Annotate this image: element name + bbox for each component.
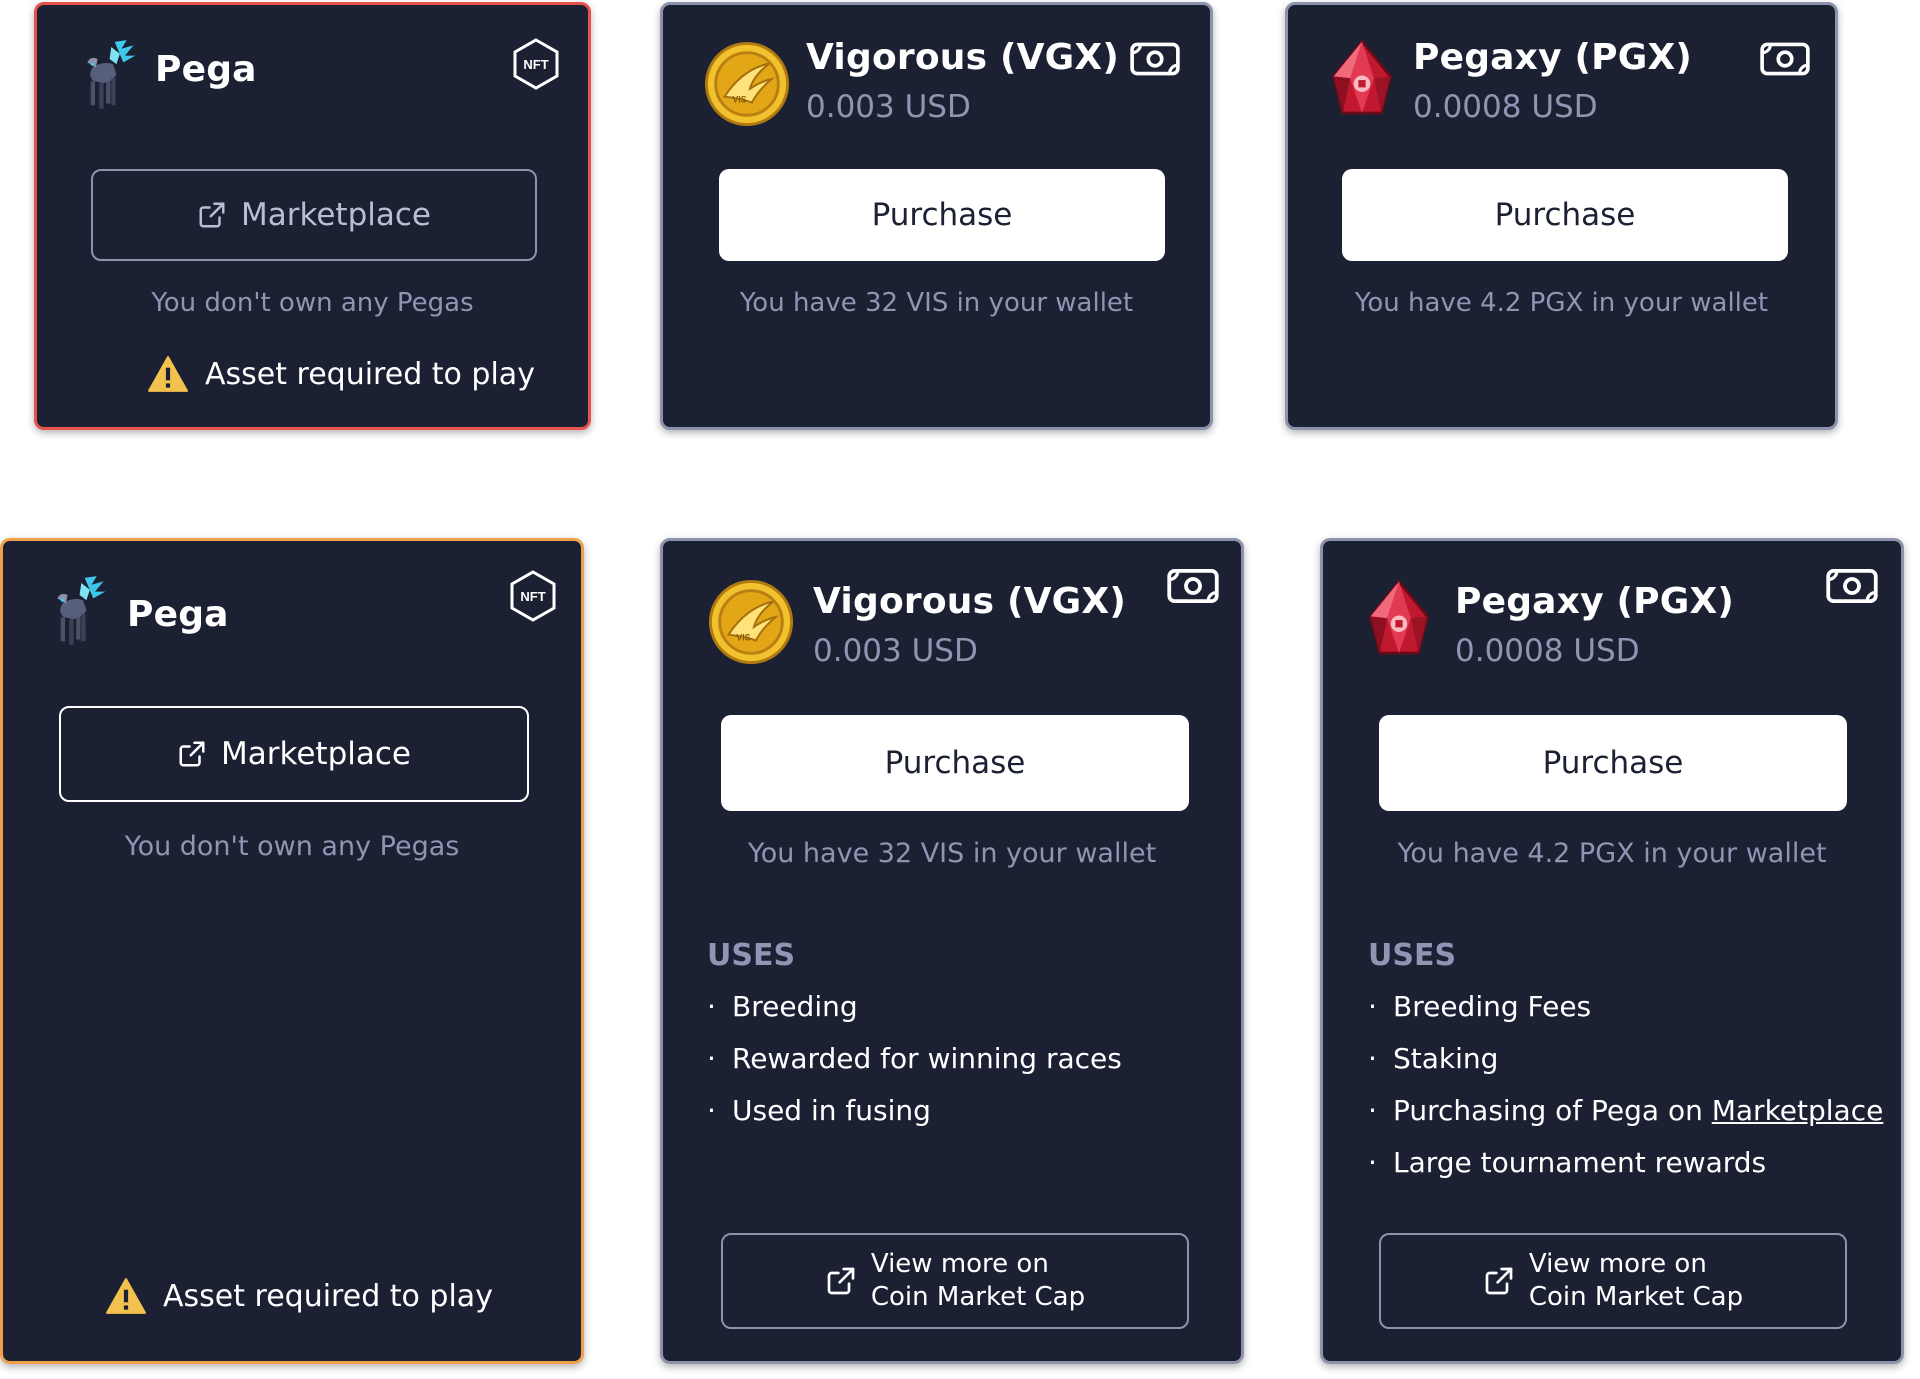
- uses-list: Breeding Fees Staking Purchasing of Pega…: [1368, 981, 1883, 1189]
- cmc-line-2: Coin Market Cap: [1528, 1282, 1744, 1312]
- list-item: Rewarded for winning races: [707, 1033, 1122, 1085]
- cash-icon[interactable]: [1825, 567, 1879, 605]
- token-title: Pegaxy (PGX): [1413, 37, 1693, 78]
- nft-hexagon-icon: [508, 569, 558, 623]
- list-item: Large tournament rewards: [1368, 1137, 1883, 1189]
- warning-triangle-icon: [105, 1277, 147, 1315]
- list-item: Used in fusing: [707, 1085, 1122, 1137]
- wallet-balance: You have 32 VIS in your wallet: [747, 838, 1157, 869]
- ownership-status: You don't own any Pegas: [124, 831, 460, 862]
- list-item-text: Purchasing of Pega on: [1393, 1094, 1712, 1127]
- pgx-card-top: Pegaxy (PGX) 0.0008 USD Purchase You hav…: [1285, 2, 1838, 430]
- cash-icon[interactable]: [1759, 41, 1811, 77]
- pgx-red-gem-icon: [1330, 39, 1394, 123]
- cash-icon[interactable]: [1166, 567, 1220, 605]
- warning-triangle-icon: [147, 355, 189, 393]
- token-price: 0.003 USD: [813, 633, 978, 669]
- marketplace-label: Marketplace: [221, 736, 411, 772]
- purchase-button[interactable]: Purchase: [1342, 169, 1788, 261]
- view-on-coinmarketcap-button[interactable]: View more on Coin Market Cap: [1379, 1233, 1847, 1329]
- external-link-icon: [825, 1265, 857, 1297]
- list-item: Breeding Fees: [1368, 981, 1883, 1033]
- wallet-balance: You have 4.2 PGX in your wallet: [1397, 838, 1827, 869]
- pgx-card-bottom: Pegaxy (PGX) 0.0008 USD Purchase You hav…: [1320, 538, 1904, 1364]
- card-title: Pega: [127, 594, 229, 635]
- wallet-balance: You have 32 VIS in your wallet: [739, 288, 1134, 318]
- purchase-button[interactable]: Purchase: [719, 169, 1165, 261]
- card-title: Pega: [155, 49, 257, 90]
- wallet-balance: You have 4.2 PGX in your wallet: [1354, 288, 1769, 318]
- external-link-icon: [177, 739, 207, 769]
- cmc-line-1: View more on: [1528, 1249, 1707, 1279]
- external-link-icon: [197, 200, 227, 230]
- vgx-card-top: Vigorous (VGX) 0.003 USD Purchase You ha…: [660, 2, 1213, 430]
- asset-required-warning: Asset required to play: [105, 1277, 493, 1315]
- view-on-coinmarketcap-button[interactable]: View more on Coin Market Cap: [721, 1233, 1189, 1329]
- cmc-line-2: Coin Market Cap: [870, 1282, 1086, 1312]
- external-link-icon: [1483, 1265, 1515, 1297]
- pega-horse-icon: [77, 35, 137, 119]
- purchase-button[interactable]: Purchase: [1379, 715, 1847, 811]
- pega-card-top: Pega Marketplace You don't own any Pegas…: [34, 2, 591, 430]
- warning-text: Asset required to play: [163, 1278, 493, 1314]
- marketplace-button[interactable]: Marketplace: [59, 706, 529, 802]
- vgx-gold-coin-icon: [707, 578, 795, 666]
- uses-heading: USES: [1368, 938, 1457, 973]
- token-title: Vigorous (VGX): [806, 37, 1120, 78]
- nft-hexagon-icon: [511, 37, 561, 91]
- uses-heading: USES: [707, 938, 796, 973]
- list-item: Purchasing of Pega on Marketplace: [1368, 1085, 1883, 1137]
- asset-required-warning: Asset required to play: [147, 355, 535, 393]
- warning-text: Asset required to play: [205, 356, 535, 392]
- uses-list: Breeding Rewarded for winning races Used…: [707, 981, 1122, 1137]
- marketplace-button[interactable]: Marketplace: [91, 169, 537, 261]
- pega-card-bottom: Pega Marketplace You don't own any Pegas…: [0, 538, 584, 1364]
- token-title: Pegaxy (PGX): [1455, 581, 1735, 622]
- vgx-gold-coin-icon: [703, 40, 791, 128]
- token-title: Vigorous (VGX): [813, 581, 1127, 622]
- marketplace-label: Marketplace: [241, 197, 431, 233]
- cmc-line-1: View more on: [870, 1249, 1049, 1279]
- marketplace-link[interactable]: Marketplace: [1712, 1094, 1884, 1127]
- pega-horse-icon: [47, 571, 107, 655]
- token-price: 0.0008 USD: [1413, 89, 1598, 125]
- list-item: Breeding: [707, 981, 1122, 1033]
- vgx-card-bottom: Vigorous (VGX) 0.003 USD Purchase You ha…: [660, 538, 1244, 1364]
- ownership-status: You don't own any Pegas: [151, 288, 474, 318]
- purchase-button[interactable]: Purchase: [721, 715, 1189, 811]
- token-price: 0.0008 USD: [1455, 633, 1640, 669]
- pgx-red-gem-icon: [1367, 579, 1431, 663]
- list-item: Staking: [1368, 1033, 1883, 1085]
- token-price: 0.003 USD: [806, 89, 971, 125]
- cash-icon[interactable]: [1129, 41, 1181, 77]
